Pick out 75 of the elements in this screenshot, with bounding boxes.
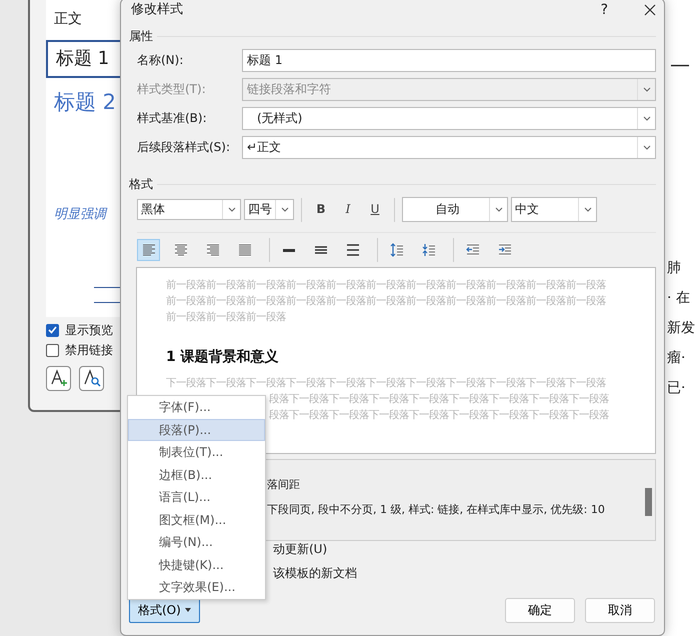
dropdown-field[interactable]: (无样式) bbox=[242, 107, 656, 130]
menu-item[interactable]: 编号(N)... bbox=[128, 531, 265, 554]
menu-item[interactable]: 图文框(M)... bbox=[128, 508, 265, 531]
document-text: 瘤· bbox=[667, 349, 686, 368]
ok-button[interactable]: 确定 bbox=[505, 598, 575, 622]
field-label: 样式基准(B): bbox=[137, 111, 208, 126]
preview-text: 前一段落前一段落前一段落 bbox=[166, 310, 286, 325]
document-text: 肺 bbox=[667, 259, 682, 278]
description-text: 下段同页, 段中不分页, 1 级, 样式: 链接, 在样式库中显示, 优先级: 10 bbox=[267, 503, 606, 516]
magnifier-icon bbox=[82, 369, 100, 388]
spacing-increase-icon bbox=[388, 242, 404, 258]
preview-text: 前一段落前一段落前一段落前一段落前一段落前一段落前一段落前一段落前一段落前一段落前一段落 bbox=[166, 294, 606, 309]
new-style-button[interactable] bbox=[46, 366, 71, 391]
checkbox-label: 禁用链接 bbox=[65, 343, 113, 358]
spacing-decrease-icon bbox=[420, 242, 436, 258]
align-center-icon bbox=[172, 242, 188, 258]
preview-text: 下一段落下一段落下一段落下一段落下一段落下一段落下一段落下一段落下一段落下一段落下一段落 bbox=[166, 376, 606, 391]
menu-item[interactable]: 语言(L)... bbox=[128, 486, 265, 508]
style-inspector-button[interactable] bbox=[79, 366, 104, 391]
caret-icon bbox=[184, 608, 191, 612]
menu-item[interactable]: 边框(B)... bbox=[128, 464, 265, 486]
double-spacing-icon bbox=[344, 242, 360, 258]
checkbox[interactable] bbox=[46, 324, 59, 337]
scrollbar-thumb[interactable] bbox=[644, 488, 652, 516]
field-label: 样式类型(T): bbox=[137, 82, 207, 97]
help-button[interactable]: ? bbox=[600, 2, 608, 18]
new-style-icon bbox=[50, 369, 68, 388]
check-icon bbox=[48, 326, 57, 334]
chevron-down-icon bbox=[584, 207, 592, 212]
input-field[interactable]: 标题 1 bbox=[242, 49, 656, 72]
cancel-button[interactable]: 取消 bbox=[585, 598, 655, 622]
close-icon bbox=[644, 4, 656, 16]
align-left-button[interactable] bbox=[137, 239, 160, 261]
chevron-down-icon bbox=[642, 145, 650, 150]
heading-mark: — bbox=[670, 54, 690, 74]
document-text: · 在 bbox=[667, 289, 691, 308]
preview-text: 段落下一段落下一段落下一段落下一段落下一段落下一段落下一段落下一段落 bbox=[269, 392, 609, 407]
align-right-icon bbox=[204, 242, 220, 258]
size-dropdown[interactable]: 四号 bbox=[244, 199, 294, 220]
section-heading: 属性 bbox=[129, 29, 656, 43]
description-text: 落间距 bbox=[267, 478, 301, 492]
preview-text: 前一段落前一段落前一段落前一段落前一段落前一段落前一段落前一段落前一段落前一段落前一段落 bbox=[166, 278, 606, 293]
preview-sample: 1 课题背景和意义 bbox=[166, 348, 279, 367]
document-text: 已· bbox=[667, 379, 686, 398]
bold-button[interactable]: B bbox=[309, 198, 333, 220]
menu-item[interactable]: 快捷键(K)... bbox=[128, 554, 265, 576]
menu-item[interactable]: 字体(F)... bbox=[128, 396, 265, 418]
justify-icon bbox=[236, 242, 252, 258]
chevron-down-icon bbox=[280, 207, 288, 212]
section-heading: 格式 bbox=[129, 177, 656, 191]
close-button[interactable] bbox=[644, 2, 656, 18]
menu-item[interactable]: 制表位(T)... bbox=[128, 441, 265, 464]
checkbox[interactable] bbox=[46, 344, 59, 358]
chevron-down-icon bbox=[642, 116, 650, 121]
field-label: 名称(N): bbox=[137, 53, 184, 68]
underline-button[interactable]: U bbox=[363, 198, 387, 220]
option-label: 动更新(U) bbox=[273, 541, 328, 557]
color-dropdown[interactable]: 自动 bbox=[402, 197, 508, 222]
checkbox-label: 显示预览 bbox=[65, 323, 113, 338]
align-left-icon bbox=[140, 242, 156, 258]
chevron-down-icon bbox=[494, 207, 502, 212]
option-label: 该模板的新文档 bbox=[273, 565, 358, 581]
chevron-down-icon bbox=[228, 207, 236, 212]
window-title: 修改样式 bbox=[130, 2, 184, 18]
document-text: 新发 bbox=[667, 319, 695, 338]
field-label: 后续段落样式(S): bbox=[137, 140, 232, 155]
chevron-down-icon bbox=[642, 87, 650, 92]
italic-button[interactable]: I bbox=[336, 198, 360, 220]
menu-item[interactable]: 文字效果(E)... bbox=[128, 576, 265, 598]
preview-text: 段落下一段落下一段落下一段落下一段落下一段落下一段落下一段落下一段落 bbox=[269, 408, 609, 423]
dropdown-field[interactable]: ↵正文 bbox=[242, 136, 656, 159]
font-dropdown[interactable]: 黑体 bbox=[137, 199, 241, 220]
menu-item[interactable]: 段落(P)... bbox=[128, 418, 265, 441]
single-spacing-icon bbox=[280, 248, 296, 252]
script-dropdown[interactable]: 中文 bbox=[511, 197, 597, 222]
